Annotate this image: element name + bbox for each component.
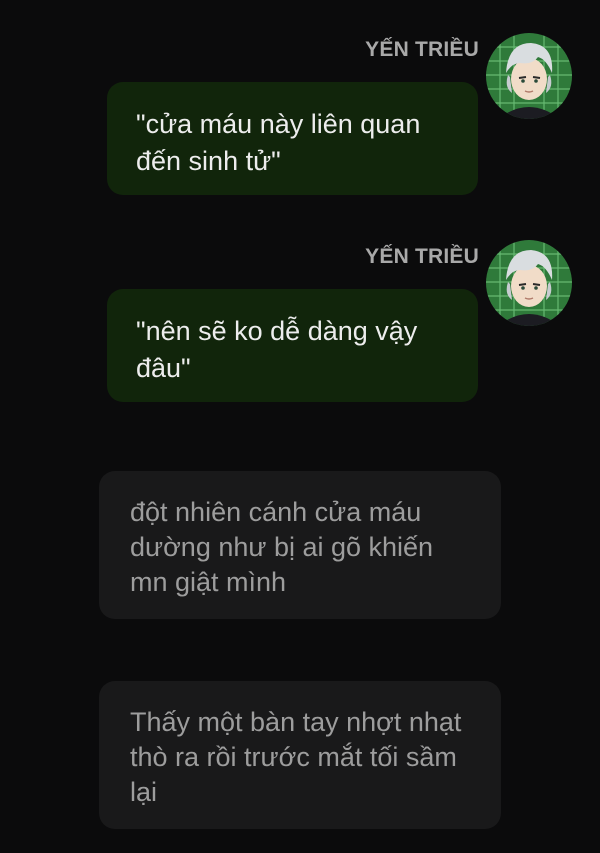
character-avatar-icon[interactable] <box>486 240 572 326</box>
character-speech-bubble: "cửa máu này liên quan đến sinh tử" <box>107 82 478 195</box>
sender-name: YẾN TRIỀU <box>365 245 479 268</box>
chat-screen: YẾN TRIỀU "cửa máu này liên quan đến sin… <box>0 0 600 853</box>
sender-name: YẾN TRIỀU <box>365 38 479 61</box>
narration-bubble: đột nhiên cánh cửa máu dường như bị ai g… <box>99 471 501 619</box>
character-avatar-icon[interactable] <box>486 33 572 119</box>
character-speech-bubble: "nên sẽ ko dễ dàng vậy đâu" <box>107 289 478 402</box>
narration-bubble: Thấy một bàn tay nhợt nhạt thò ra rồi tr… <box>99 681 501 829</box>
